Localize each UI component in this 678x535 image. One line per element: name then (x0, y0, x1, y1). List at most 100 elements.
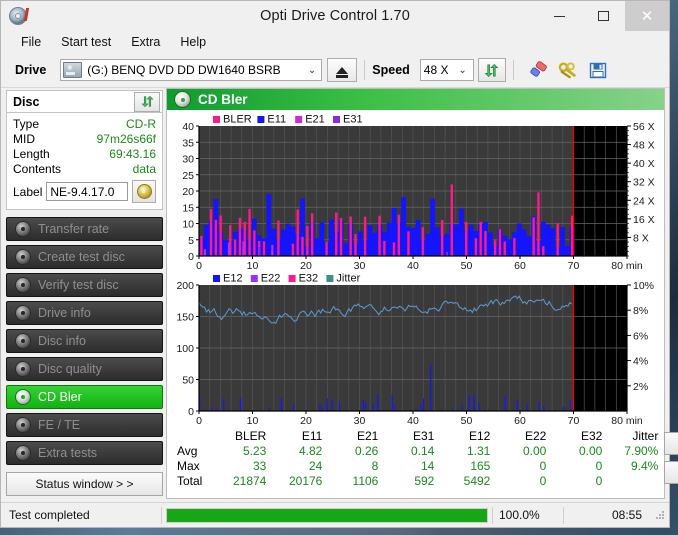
disc-icon (15, 333, 31, 349)
svg-text:30: 30 (354, 415, 366, 427)
svg-text:5: 5 (188, 235, 194, 247)
avg-jitter: 7.90% (624, 444, 659, 458)
svg-text:80 min: 80 min (611, 260, 643, 272)
title-bar: Opti Drive Control 1.70 ✕ (1, 1, 669, 31)
max-e22: 0 (539, 459, 547, 473)
total-e22: 0 (539, 474, 547, 488)
statistics-area: BLER E11 E21 E31 E12 E22 E32 Jitter Avg … (169, 427, 678, 489)
svg-text:E21: E21 (305, 114, 325, 126)
sidebar-item-drive-info[interactable]: Drive info (6, 301, 163, 325)
disc-icon (15, 249, 31, 265)
max-bler: 33 (253, 459, 267, 473)
column-header-bler: BLER (235, 429, 267, 443)
svg-text:50: 50 (461, 260, 473, 272)
sidebar-item-cd-bler[interactable]: CD Bler (6, 385, 163, 409)
sidebar-item-disc-info[interactable]: Disc info (6, 329, 163, 353)
svg-text:10: 10 (247, 260, 259, 272)
status-window-button[interactable]: Status window > > (6, 472, 163, 496)
svg-text:0: 0 (188, 406, 194, 418)
drive-select[interactable]: (G:) BENQ DVD DD DW1640 BSRB ⌄ (60, 59, 323, 81)
status-divider (161, 506, 162, 524)
disc-info-panel: Type CD-R MID 97m26s66f Length 69:43.16 … (6, 112, 163, 210)
avg-e32: 0.00 (579, 444, 603, 458)
refresh-icon (484, 63, 499, 77)
avg-bler: 5.23 (243, 444, 267, 458)
toolbar-divider (512, 60, 514, 80)
disc-icon (174, 91, 191, 108)
sidebar-item-label: FE / TE (38, 418, 81, 432)
menu-item-help[interactable]: Help (170, 33, 216, 51)
svg-text:BLER: BLER (223, 114, 252, 126)
sidebar-item-create-test-disc[interactable]: Create test disc (6, 245, 163, 269)
menu-item-file[interactable]: File (11, 33, 51, 51)
column-header-e21: E21 (357, 429, 379, 443)
panel-header: CD Bler (167, 89, 664, 110)
disc-details-button[interactable] (132, 180, 156, 203)
sidebar-item-label: Create test disc (38, 250, 125, 264)
column-header-e32: E32 (581, 429, 603, 443)
resize-grip-icon[interactable] (654, 509, 666, 521)
tools-button[interactable] (555, 58, 581, 82)
erase-button[interactable] (525, 58, 551, 82)
start-part-button[interactable]: Start part (664, 461, 678, 484)
save-button[interactable] (585, 58, 611, 82)
menu-item-extra[interactable]: Extra (121, 33, 170, 51)
sidebar-item-fe-te[interactable]: FE / TE (6, 413, 163, 437)
svg-text:E32: E32 (299, 273, 319, 285)
svg-text:E31: E31 (343, 114, 363, 126)
drive-label: Drive (15, 63, 47, 77)
start-full-button[interactable]: Start full (664, 432, 678, 455)
panel-title: CD Bler (198, 92, 248, 107)
application-window: Opti Drive Control 1.70 ✕ File Start tes… (0, 0, 678, 528)
e12-jitter-chart-svg: 0 50 100 150 200 2% 4% 6% 8% 10% 0 10 20 30 40 50 60 70 80… (176, 273, 654, 428)
svg-text:6%: 6% (633, 330, 648, 342)
bler-chart: 0 5 10 15 20 25 30 35 40 8 X 16 X 24 X 32 X 40 X 48 X 5… (169, 112, 660, 273)
sidebar-item-label: Drive info (38, 306, 91, 320)
avg-e31: 0.14 (411, 444, 435, 458)
refresh-button[interactable] (477, 58, 506, 82)
disc-icon (15, 361, 31, 377)
svg-text:50: 50 (461, 415, 473, 427)
column-header-e22: E22 (525, 429, 547, 443)
svg-text:80 min: 80 min (611, 415, 643, 427)
sidebar-item-transfer-rate[interactable]: Transfer rate (6, 217, 163, 241)
main-body: Disc Type CD-R MID 97m26s66f Length 69:4… (1, 88, 678, 502)
eject-button[interactable] (327, 58, 358, 82)
refresh-disc-button[interactable] (134, 91, 160, 112)
svg-text:E12: E12 (223, 273, 243, 285)
svg-text:10: 10 (247, 415, 259, 427)
total-e11: 20176 (288, 474, 323, 488)
statistics-table: BLER E11 E21 E31 E12 E22 E32 Jitter Avg … (173, 429, 664, 489)
menu-bar: File Start test Extra Help (1, 31, 669, 53)
progress-bar (166, 507, 488, 523)
svg-text:40: 40 (407, 260, 419, 272)
table-row: Max 33 24 8 14 165 0 0 9.4% (173, 459, 664, 474)
sidebar-item-extra-tests[interactable]: Extra tests (6, 441, 163, 465)
sidebar-item-verify-test-disc[interactable]: Verify test disc (6, 273, 163, 297)
disc-icon (15, 221, 31, 237)
svg-text:35: 35 (182, 137, 194, 149)
max-e11: 24 (309, 459, 323, 473)
svg-text:40: 40 (182, 121, 194, 133)
max-e31: 14 (421, 459, 435, 473)
menu-item-start-test[interactable]: Start test (51, 33, 121, 51)
column-header-e11: E11 (301, 429, 323, 443)
disc-mid-value: 97m26s66f (96, 132, 156, 146)
wrench-tools-icon (558, 62, 576, 79)
table-row: Total 21874 20176 1106 592 5492 0 0 (173, 474, 664, 489)
svg-text:56 X: 56 X (633, 121, 655, 133)
disc-label-row: Label NE-9.4.17.0 (13, 180, 156, 203)
status-bar: Test completed 100.0% 08:55 (1, 502, 669, 527)
table-row: Avg 5.23 4.82 0.26 0.14 1.31 0.00 0.00 7… (173, 444, 664, 459)
speed-label: Speed (372, 63, 410, 77)
sidebar-item-disc-quality[interactable]: Disc quality (6, 357, 163, 381)
disc-label-input[interactable]: NE-9.4.17.0 (46, 182, 128, 201)
speed-select[interactable]: 48 X ⌄ (419, 59, 474, 81)
disc-type-label: Type (13, 117, 40, 131)
bler-chart-svg: 0 5 10 15 20 25 30 35 40 8 X 16 X 24 X 32 X 40 X 48 X 5… (182, 114, 655, 273)
max-e12: 165 (470, 459, 491, 473)
disc-panel-header: Disc (6, 90, 163, 112)
stat-corner (173, 429, 216, 444)
refresh-icon (141, 95, 153, 108)
cd-disc-icon (136, 184, 152, 199)
